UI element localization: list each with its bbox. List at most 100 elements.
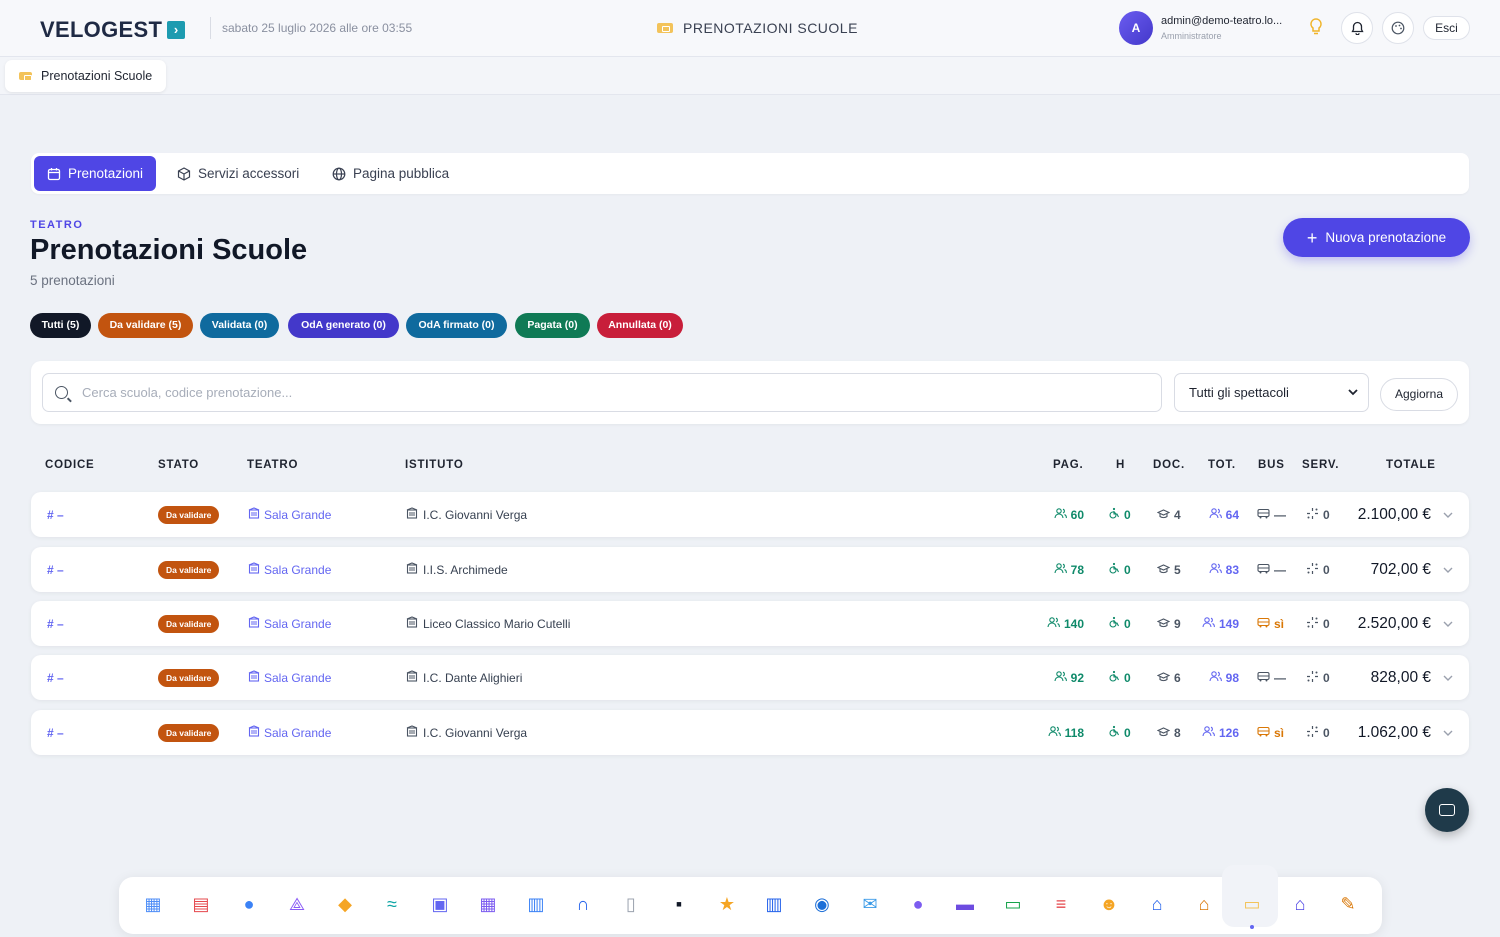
row-total: 2.520,00 € [1357, 614, 1431, 632]
tab-servizi-accessori[interactable]: Servizi accessori [164, 156, 312, 191]
accessibility-count: 0 [1124, 507, 1131, 522]
col-bus[interactable]: BUS [1258, 459, 1285, 471]
globe-icon[interactable]: ◉ [810, 892, 834, 916]
table-row[interactable]: # – Da validare Sala Grande I.I.S. Archi… [31, 547, 1469, 592]
table-row[interactable]: # – Da validare Sala Grande I.C. Giovann… [31, 492, 1469, 537]
top-bar: VELOGEST › sabato 25 luglio 2026 alle or… [0, 0, 1500, 57]
booking-code[interactable]: # – [47, 710, 64, 755]
search-input[interactable] [82, 385, 1082, 400]
booking-code[interactable]: # – [47, 655, 64, 700]
box-icon[interactable]: ◆ [333, 892, 357, 916]
refresh-button[interactable]: Aggiorna [1380, 378, 1458, 411]
wheelchair-icon [1108, 616, 1120, 631]
chat-button[interactable] [1425, 788, 1469, 832]
user-settings-icon[interactable]: ● [906, 892, 930, 916]
show-select[interactable]: Tutti gli spettacoli [1174, 373, 1369, 412]
theatre-cell[interactable]: Sala Grande [248, 492, 331, 537]
expand-row-button[interactable] [1443, 710, 1453, 755]
network-icon[interactable]: ⟁ [285, 892, 309, 916]
expand-row-button[interactable] [1443, 547, 1453, 592]
booking-code[interactable]: # – [47, 547, 64, 592]
col-totale[interactable]: TOTALE [1386, 459, 1436, 471]
barrier-icon[interactable]: ≡ [1049, 892, 1073, 916]
paying-count: 78 [1070, 562, 1084, 577]
building-icon [248, 670, 260, 685]
mail-icon[interactable]: ✉ [858, 892, 882, 916]
theatre-cell[interactable]: Sala Grande [248, 601, 331, 646]
expand-row-button[interactable] [1443, 492, 1453, 537]
lightbulb-icon[interactable] [1309, 18, 1323, 41]
paying-cell: 92 [1054, 655, 1084, 700]
new-booking-label: Nuova prenotazione [1325, 230, 1447, 245]
col-stato[interactable]: STATO [158, 459, 199, 471]
col-docenti[interactable]: DOC. [1153, 459, 1185, 471]
filter-pill[interactable]: OdA generato (0) [288, 313, 399, 338]
id-card-icon[interactable]: ▣ [428, 892, 452, 916]
paying-cell: 60 [1054, 492, 1084, 537]
search-icon [55, 386, 68, 399]
app-logo[interactable]: VELOGEST › [40, 17, 186, 43]
kanban-icon[interactable]: ▥ [524, 892, 548, 916]
bus-icon [1257, 726, 1270, 740]
search-box[interactable] [42, 373, 1162, 412]
filter-pill[interactable]: OdA firmato (0) [406, 313, 507, 338]
paying-cell: 140 [1047, 601, 1084, 646]
home-icon[interactable]: ⌂ [1288, 892, 1312, 916]
user-email[interactable]: admin@demo-teatro.lo... [1161, 15, 1282, 27]
new-booking-button[interactable]: + Nuova prenotazione [1283, 218, 1470, 257]
col-h[interactable]: H [1116, 459, 1125, 471]
theater-masks-icon[interactable]: ☻ [1097, 892, 1121, 916]
tab-pagina-pubblica[interactable]: Pagina pubblica [319, 156, 462, 191]
col-paganti[interactable]: PAG. [1053, 459, 1083, 471]
open-tab-prenotazioni-scuole[interactable]: Prenotazioni Scuole [5, 60, 167, 92]
school-icon[interactable]: ⌂ [1145, 892, 1169, 916]
school-icon [406, 507, 418, 522]
notifications-button[interactable] [1341, 12, 1373, 44]
tab-prenotazioni[interactable]: Prenotazioni [34, 156, 157, 191]
money-icon[interactable]: ▭ [1001, 892, 1025, 916]
dashboard-icon[interactable]: ▦ [141, 892, 165, 916]
status-badge: Da validare [158, 614, 220, 633]
booking-code[interactable]: # – [47, 492, 64, 537]
col-teatro[interactable]: TEATRO [247, 459, 298, 471]
col-totale-persone[interactable]: TOT. [1208, 459, 1236, 471]
booking-code[interactable]: # – [47, 601, 64, 646]
col-istituto[interactable]: ISTITUTO [405, 459, 464, 471]
building-icon[interactable]: ▥ [762, 892, 786, 916]
clapper-icon[interactable]: ▬ [953, 892, 977, 916]
theatre-cell[interactable]: Sala Grande [248, 547, 331, 592]
star-icon[interactable]: ★ [715, 892, 739, 916]
filter-pill[interactable]: Da validare (5) [98, 313, 193, 338]
filter-pill[interactable]: Pagata (0) [515, 313, 590, 338]
filter-pill[interactable]: Tutti (5) [30, 313, 91, 338]
table-row[interactable]: # – Da validare Sala Grande I.C. Giovann… [31, 710, 1469, 755]
users-icon[interactable]: ● [237, 892, 261, 916]
graduation-cap-icon [1156, 508, 1171, 522]
table-row[interactable]: # – Da validare Sala Grande I.C. Dante A… [31, 655, 1469, 700]
filter-pill[interactable]: Annullata (0) [597, 313, 683, 338]
sparkles-icon [1306, 562, 1319, 578]
terminal-icon[interactable]: ▪ [667, 892, 691, 916]
headset-icon[interactable]: ∩ [571, 892, 595, 916]
users-icon [1209, 670, 1222, 685]
institute-cell: I.I.S. Archimede [406, 547, 508, 592]
table-row[interactable]: # – Da validare Sala Grande Liceo Classi… [31, 601, 1469, 646]
theatre-cell[interactable]: Sala Grande [248, 655, 331, 700]
expand-row-button[interactable] [1443, 655, 1453, 700]
museum-icon[interactable]: ⌂ [1192, 892, 1216, 916]
theatre-cell[interactable]: Sala Grande [248, 710, 331, 755]
ticket-icon[interactable]: ▭ [1240, 892, 1264, 916]
expand-row-button[interactable] [1443, 601, 1453, 646]
calculator-icon[interactable]: ▦ [476, 892, 500, 916]
calendar-icon[interactable]: ▤ [189, 892, 213, 916]
note-edit-icon[interactable]: ✎ [1336, 892, 1360, 916]
filter-pill[interactable]: Validata (0) [200, 313, 279, 338]
handshake-icon[interactable]: ≈ [380, 892, 404, 916]
col-codice[interactable]: CODICE [45, 459, 95, 471]
trash-icon[interactable]: ▯ [619, 892, 643, 916]
logout-button[interactable]: Esci [1423, 16, 1470, 40]
open-tab-label: Prenotazioni Scuole [41, 69, 153, 83]
theme-button[interactable] [1382, 12, 1414, 44]
avatar[interactable]: A [1119, 11, 1153, 45]
col-servizi[interactable]: SERV. [1302, 459, 1339, 471]
